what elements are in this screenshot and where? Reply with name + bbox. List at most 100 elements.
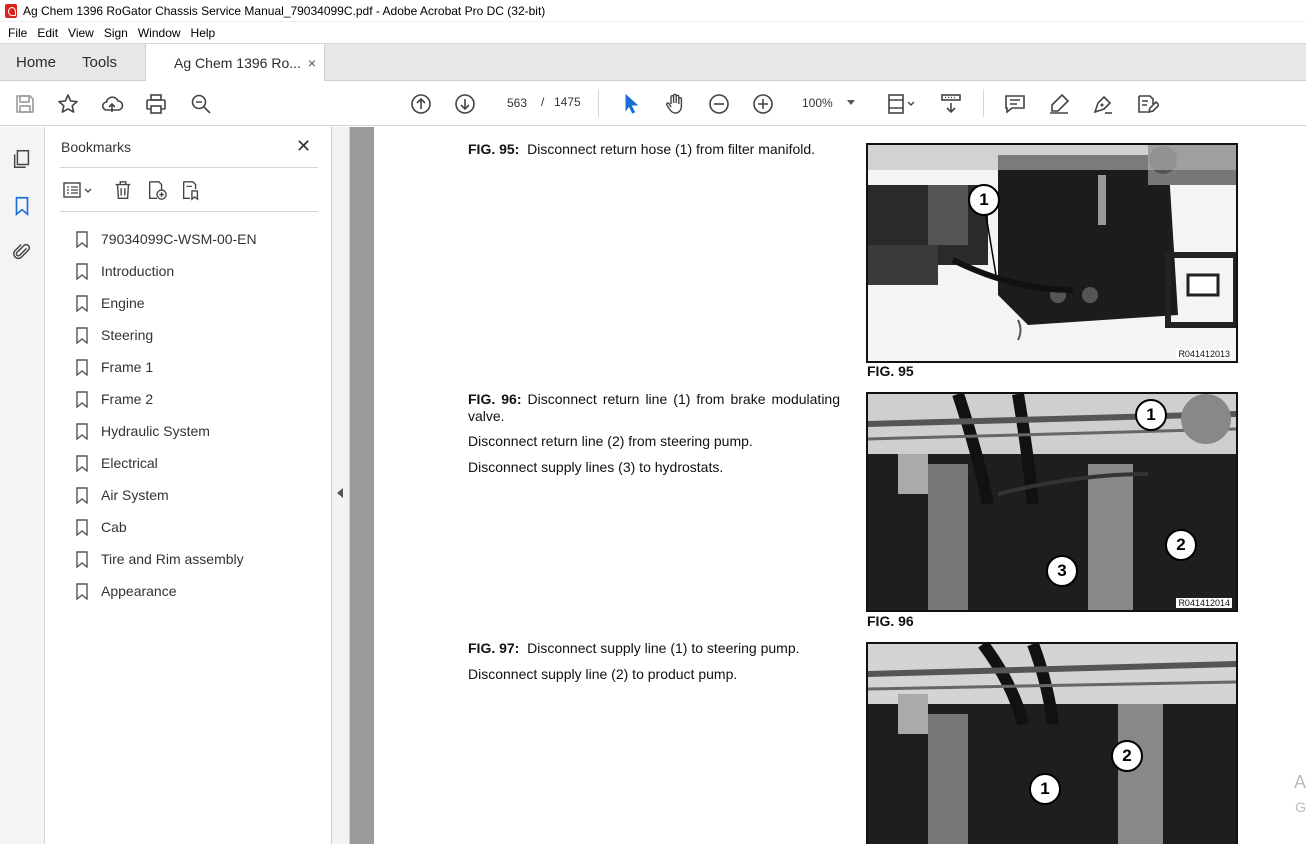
zoom-value: 100%	[802, 96, 833, 110]
page-total: 1475	[554, 95, 581, 109]
bookmarks-title: Bookmarks	[61, 139, 132, 155]
print-icon[interactable]	[143, 91, 169, 117]
bookmark-icon	[76, 230, 88, 248]
bookmarks-toolbar	[60, 177, 318, 203]
bookmark-label: Frame 2	[101, 391, 154, 407]
bookmark-icon	[76, 262, 88, 280]
bookmark-item[interactable]: Electrical	[76, 447, 326, 479]
bookmark-item[interactable]: Engine	[76, 287, 326, 319]
tab-document-label: Ag Chem 1396 Ro...	[174, 55, 301, 71]
upload-icon[interactable]	[99, 91, 125, 117]
toolbar-divider	[598, 89, 599, 117]
bookmark-icon	[76, 486, 88, 504]
bookmark-label: Electrical	[101, 455, 158, 471]
comment-icon[interactable]	[1002, 91, 1028, 117]
bookmark-label: Engine	[101, 295, 145, 311]
bookmark-item[interactable]: Tire and Rim assembly	[76, 543, 326, 575]
callout-1: 1	[968, 184, 1000, 216]
close-icon[interactable]: ✕	[296, 136, 311, 157]
fig96-caption: FIG. 96	[867, 613, 914, 629]
menu-bar: File Edit View Sign Window Help	[0, 22, 1306, 43]
fig96-label: FIG. 96:	[468, 391, 522, 407]
fig97-line2: Disconnect supply line (2) to product pu…	[468, 666, 738, 682]
scroll-mode-icon[interactable]	[938, 91, 964, 117]
save-icon[interactable]	[12, 91, 38, 117]
main-toolbar: 563 / 1475 100%	[0, 81, 1306, 126]
acrobat-logo-icon	[5, 3, 17, 18]
bookmarks-icon[interactable]	[10, 194, 34, 218]
bookmark-label: Cab	[101, 519, 127, 535]
menu-file[interactable]: File	[3, 26, 32, 40]
select-cursor-icon[interactable]	[618, 91, 644, 117]
bookmark-item[interactable]: Steering	[76, 319, 326, 351]
toolbar-divider	[983, 89, 984, 117]
bookmark-list: 79034099C-WSM-00-EN Introduction Engine …	[76, 223, 326, 607]
zoom-out-icon[interactable]	[706, 91, 732, 117]
bookmark-label: Appearance	[101, 583, 177, 599]
star-icon[interactable]	[55, 91, 81, 117]
find-icon[interactable]	[188, 91, 214, 117]
tab-close-icon[interactable]: ×	[308, 55, 316, 71]
menu-view[interactable]: View	[63, 26, 99, 40]
bookmarks-panel: Bookmarks ✕ 79034099C-WSM-00-EN Introduc…	[46, 127, 332, 844]
zoom-select[interactable]: 100%	[797, 91, 861, 115]
figure-code: R041412013	[1176, 349, 1232, 359]
bookmark-options-icon[interactable]	[60, 177, 96, 203]
bookmark-icon	[76, 582, 88, 600]
bookmark-item[interactable]: Frame 2	[76, 383, 326, 415]
tab-home[interactable]: Home	[0, 44, 72, 80]
bookmark-icon	[76, 326, 88, 344]
sign-icon[interactable]	[1090, 91, 1116, 117]
bookmark-search-icon[interactable]	[178, 177, 204, 203]
page-number-input[interactable]: 563	[498, 91, 536, 115]
menu-window[interactable]: Window	[133, 26, 186, 40]
menu-edit[interactable]: Edit	[32, 26, 63, 40]
divider	[60, 211, 318, 212]
bookmark-item[interactable]: Cab	[76, 511, 326, 543]
page-up-icon[interactable]	[408, 91, 434, 117]
callout-1: 1	[1029, 773, 1061, 805]
tab-document[interactable]: Ag Chem 1396 Ro... ×	[145, 44, 326, 82]
zoom-in-icon[interactable]	[750, 91, 776, 117]
fill-sign-icon[interactable]	[1134, 91, 1160, 117]
chevron-left-icon	[337, 488, 343, 498]
bookmark-icon	[76, 390, 88, 408]
page-down-icon[interactable]	[452, 91, 478, 117]
fig97-illustration	[868, 644, 1236, 844]
hand-icon[interactable]	[662, 91, 688, 117]
document-viewport[interactable]: FIG. 95: Disconnect return hose (1) from…	[350, 127, 1306, 844]
fit-page-icon[interactable]	[884, 91, 918, 117]
menu-help[interactable]: Help	[186, 26, 221, 40]
fig96-image: 1 2 3 R041412014	[866, 392, 1238, 612]
attachments-icon[interactable]	[10, 240, 34, 264]
bookmark-item[interactable]: Frame 1	[76, 351, 326, 383]
page-thumbnails-icon[interactable]	[10, 147, 34, 171]
fig97-image: 2 1	[866, 642, 1238, 844]
delete-bookmark-icon[interactable]	[110, 177, 136, 203]
bookmark-item[interactable]: Appearance	[76, 575, 326, 607]
highlight-icon[interactable]	[1046, 91, 1072, 117]
chevron-down-icon	[847, 100, 855, 105]
bookmark-item[interactable]: Air System	[76, 479, 326, 511]
bookmark-icon	[76, 422, 88, 440]
bookmark-label: Hydraulic System	[101, 423, 210, 439]
bookmark-item[interactable]: 79034099C-WSM-00-EN	[76, 223, 326, 255]
bookmark-icon	[76, 550, 88, 568]
tab-bar: Home Tools Ag Chem 1396 Ro... ×	[0, 43, 1306, 82]
edge-text: G	[1295, 799, 1306, 815]
new-bookmark-icon[interactable]	[144, 177, 170, 203]
bookmark-item[interactable]: Introduction	[76, 255, 326, 287]
bookmark-item[interactable]: Hydraulic System	[76, 415, 326, 447]
fig95-label: FIG. 95:	[468, 141, 520, 157]
fig97-label: FIG. 97:	[468, 640, 520, 656]
pdf-page: FIG. 95: Disconnect return hose (1) from…	[374, 127, 1306, 844]
bookmark-label: 79034099C-WSM-00-EN	[101, 231, 257, 247]
callout-1: 1	[1135, 399, 1167, 431]
edge-text: A	[1293, 772, 1306, 792]
tab-tools[interactable]: Tools	[72, 44, 145, 80]
panel-collapse-handle[interactable]	[332, 127, 350, 844]
menu-sign[interactable]: Sign	[99, 26, 133, 40]
callout-2: 2	[1165, 529, 1197, 561]
bookmark-label: Frame 1	[101, 359, 154, 375]
fig95-instruction: FIG. 95: Disconnect return hose (1) from…	[468, 141, 848, 158]
